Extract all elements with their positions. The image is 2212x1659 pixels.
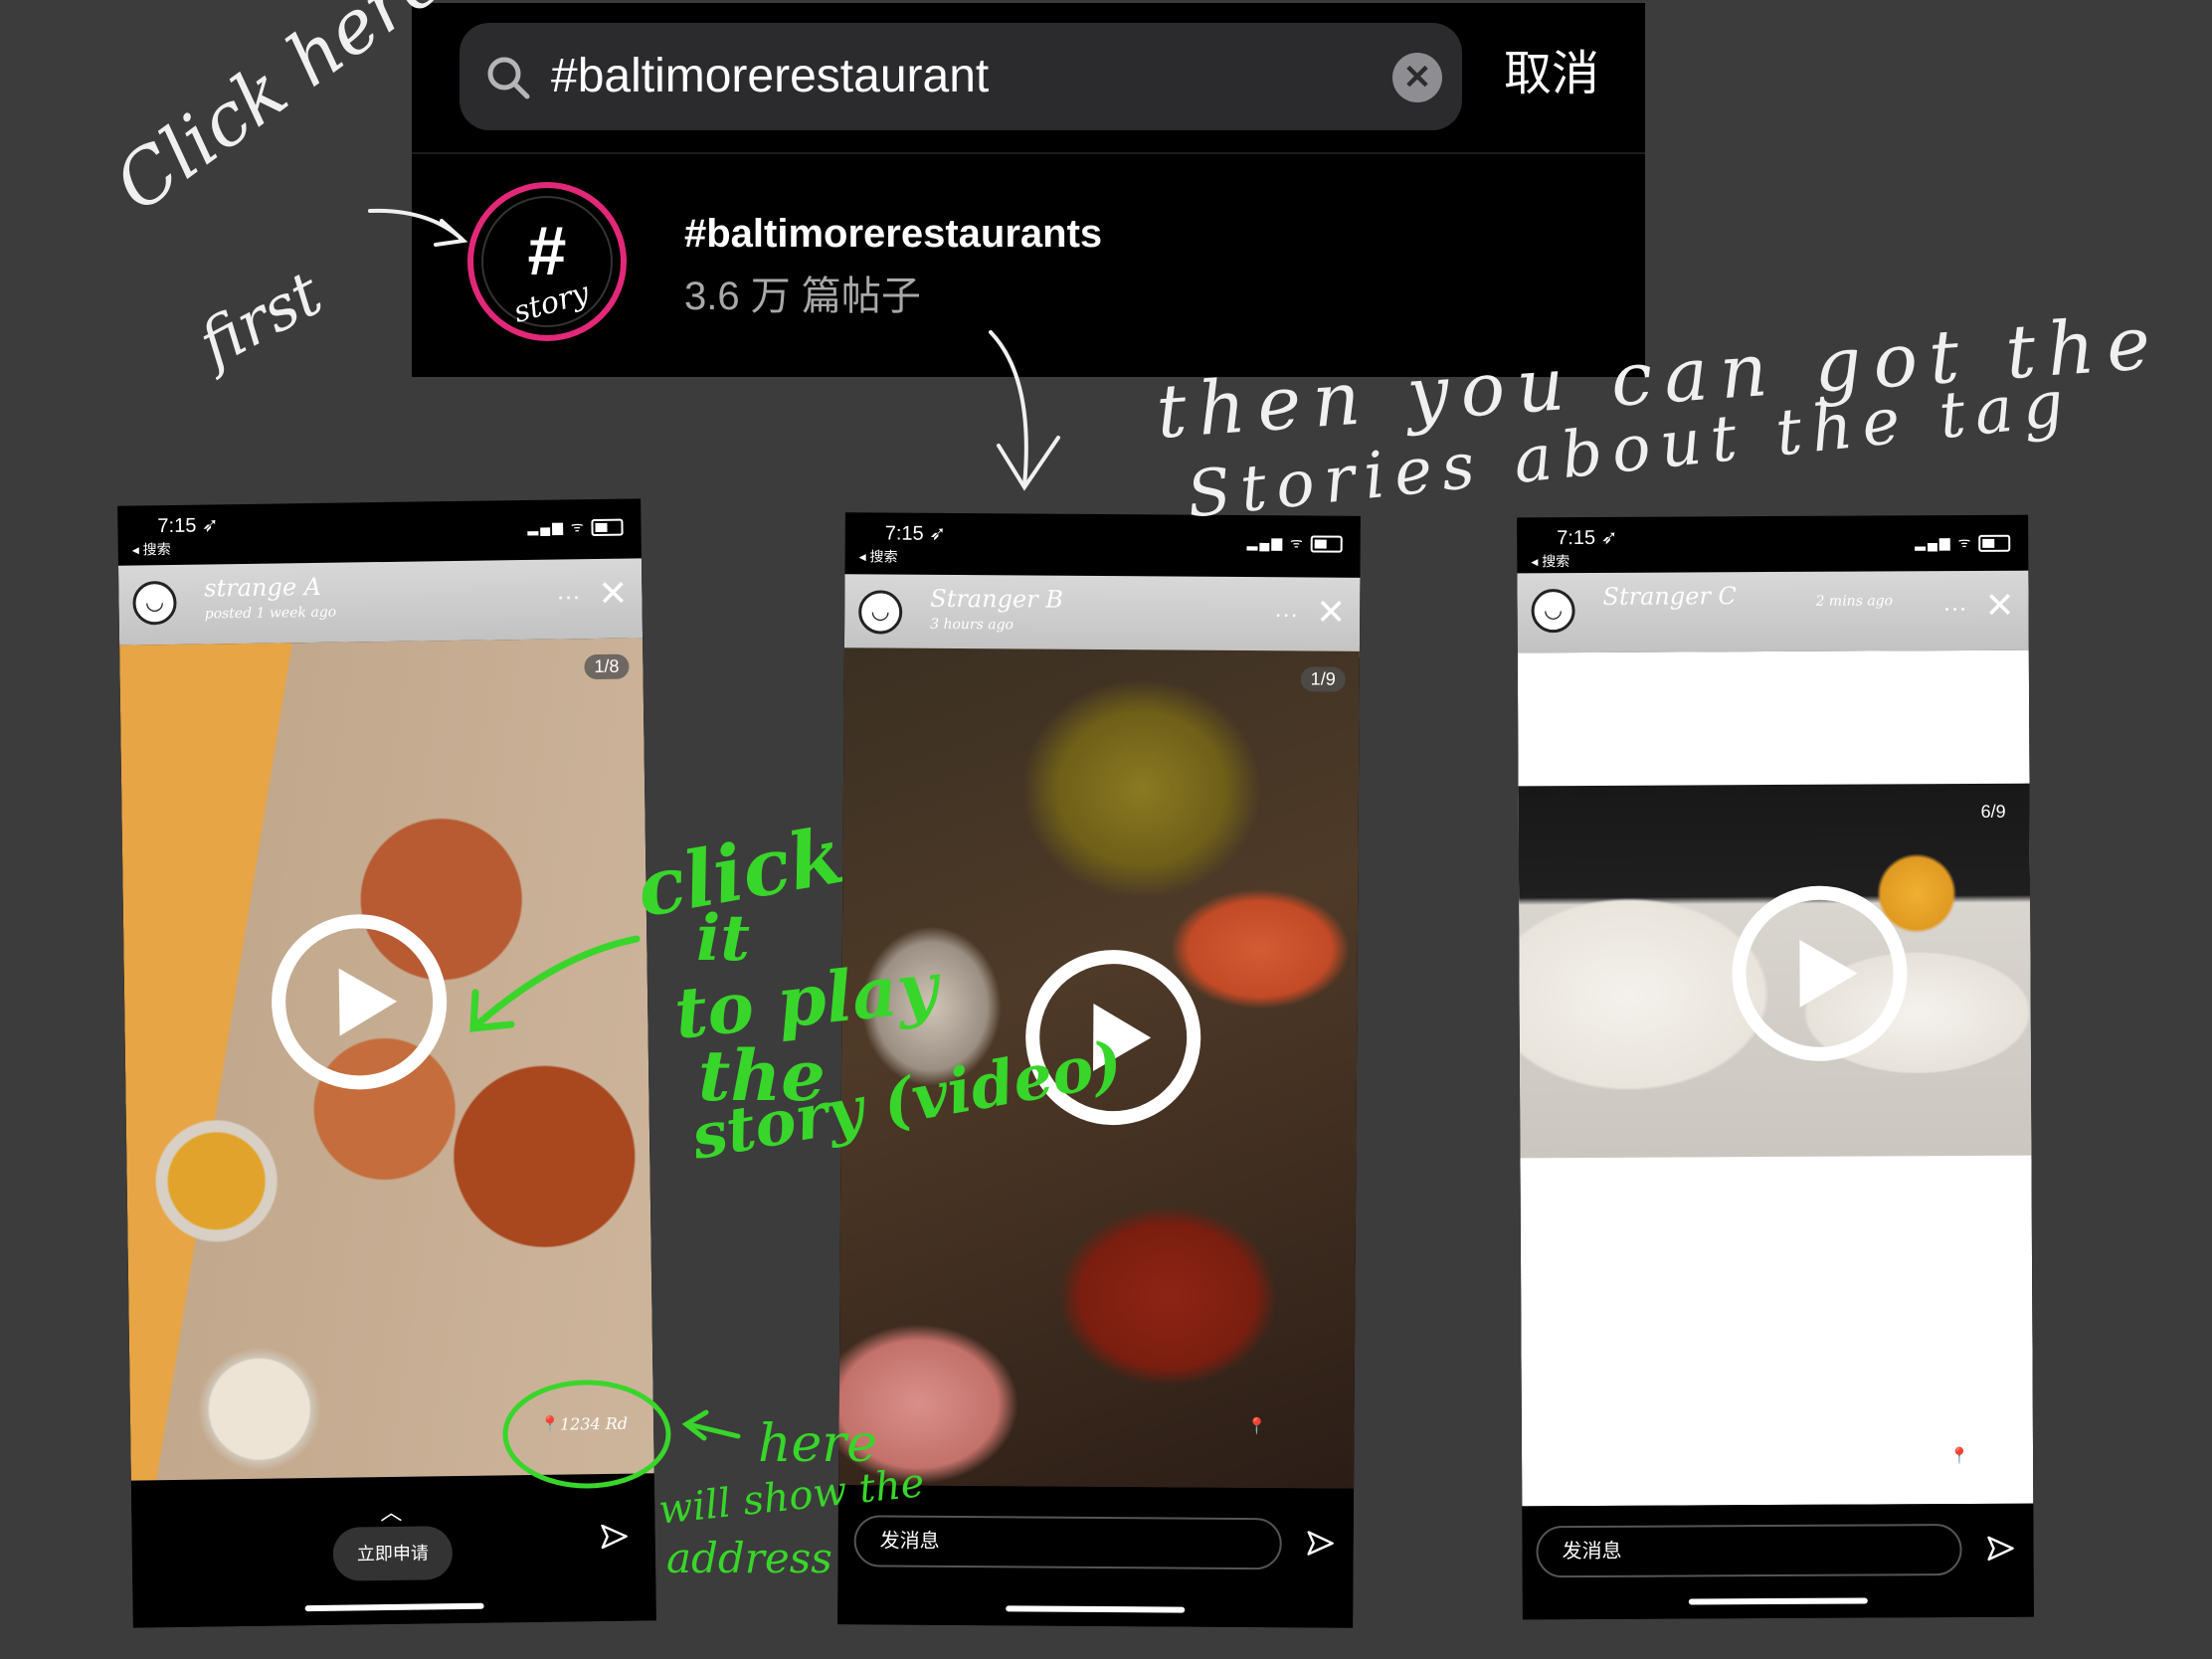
hashtag-post-count: 3.6 万 篇帖子: [684, 275, 921, 318]
arrow-down-head-icon: [997, 436, 1060, 491]
story-phone-c: 7:15 ➶ ◂ 搜索 ▂▄▆ ᯤ ◡ Stranger C 2 mins ag…: [1517, 514, 2034, 1620]
back-to-search-link[interactable]: ◂ 搜索: [132, 539, 171, 560]
story-background: 6/9 📍: [1517, 649, 2034, 1507]
status-icons: ▂▄▆ ᯤ: [1915, 533, 2011, 553]
send-message-input[interactable]: 发消息: [1536, 1524, 1962, 1578]
story-phone-a: 7:15 ➶ ◂ 搜索 ▂▄▆ ᯤ ◡ strange A posted 1 w…: [117, 498, 656, 1628]
more-options-icon[interactable]: ···: [1943, 595, 1967, 623]
location-text[interactable]: 1234 Rd: [560, 1414, 628, 1434]
story-page-indicator: 1/8: [584, 653, 630, 680]
clear-search-icon[interactable]: ✕: [1392, 53, 1442, 102]
location-pin-icon[interactable]: 📍1234 Rd: [540, 1414, 628, 1435]
status-time: 7:15 ➶: [884, 522, 947, 545]
home-indicator: [304, 1602, 484, 1612]
status-bar: 7:15 ➶ ◂ 搜索 ▂▄▆ ᯤ: [1517, 515, 2028, 578]
search-bar[interactable]: #baltimorerestaurant ✕: [460, 23, 1462, 130]
home-indicator: [1688, 1597, 1868, 1605]
send-icon[interactable]: [599, 1522, 629, 1552]
status-icons: ▂▄▆ ᯤ: [1247, 533, 1343, 553]
back-to-search-link[interactable]: ◂ 搜索: [1531, 551, 1569, 571]
avatar[interactable]: ◡: [132, 580, 177, 626]
story-username[interactable]: strange A: [204, 573, 321, 603]
story-username[interactable]: Stranger B: [930, 585, 1063, 614]
status-icons: ▂▄▆ ᯤ: [527, 517, 624, 537]
send-message-input[interactable]: 发消息: [853, 1515, 1282, 1570]
hashtag-result-row[interactable]: # story #baltimorerestaurants 3.6 万 篇帖子: [412, 162, 1645, 371]
battery-icon: [1310, 535, 1343, 553]
send-icon[interactable]: [1306, 1528, 1336, 1558]
status-time: 7:15 ➶: [1557, 526, 1618, 550]
more-options-icon[interactable]: ···: [1274, 601, 1298, 629]
story-timestamp: 3 hours ago: [930, 616, 1014, 634]
send-icon[interactable]: [1985, 1534, 2015, 1564]
close-icon[interactable]: ✕: [1316, 592, 1346, 634]
hashtag-name[interactable]: #baltimorerestaurants: [684, 212, 1102, 257]
back-to-search-link[interactable]: ◂ 搜索: [859, 546, 898, 566]
search-icon: [487, 57, 530, 99]
home-indicator: [1006, 1605, 1186, 1613]
story-timestamp: posted 1 week ago: [204, 604, 337, 623]
battery-icon: [591, 518, 624, 536]
apply-now-button[interactable]: 立即申请: [332, 1526, 454, 1581]
story-bottom-bar: 发消息: [1522, 1503, 2034, 1620]
status-bar: 7:15 ➶ ◂ 搜索 ▂▄▆ ᯤ: [117, 498, 642, 565]
story-page-indicator: 6/9: [1980, 801, 2006, 822]
story-page-indicator: 1/9: [1300, 666, 1346, 692]
arrow-to-location-icon: [685, 1421, 741, 1439]
hashtag-search-panel: #baltimorerestaurant ✕ 取消 # story #balti…: [412, 3, 1645, 377]
story-header: ◡ Stranger C 2 mins ago ··· ✕: [1517, 570, 2029, 653]
battery-icon: [1978, 534, 2011, 552]
hashtag-avatar: # story: [481, 196, 613, 330]
hashtag-icon: #: [527, 212, 567, 289]
story-timestamp: 2 mins ago: [1815, 593, 1894, 610]
hashtag-story-ring[interactable]: # story: [467, 182, 627, 341]
close-icon[interactable]: ✕: [598, 573, 629, 615]
avatar[interactable]: ◡: [858, 590, 903, 635]
annotation-first: first: [187, 257, 334, 381]
location-pin-icon[interactable]: 📍: [1949, 1446, 1969, 1466]
play-icon[interactable]: [270, 913, 449, 1091]
avatar[interactable]: ◡: [1531, 589, 1575, 634]
story-bottom-bar: ︿ 立即申请: [130, 1481, 656, 1628]
story-header: ◡ strange A posted 1 week ago ··· ✕: [117, 558, 644, 645]
story-photo[interactable]: 1/8 📍1234 Rd: [119, 638, 654, 1481]
story-photo[interactable]: 6/9: [1518, 783, 2032, 1159]
divider: [412, 152, 1645, 154]
arrow-to-location-head-icon: [681, 1409, 709, 1441]
more-options-icon[interactable]: ···: [556, 583, 580, 611]
story-header: ◡ Stranger B 3 hours ago ··· ✕: [843, 574, 1361, 657]
location-pin-icon[interactable]: 📍: [1246, 1416, 1266, 1436]
chevron-up-icon[interactable]: ︿: [380, 1495, 402, 1527]
play-icon[interactable]: [1732, 885, 1908, 1062]
status-time: 7:15 ➶: [157, 514, 219, 538]
cancel-button[interactable]: 取消: [1504, 43, 1599, 106]
annotation-here: here: [758, 1414, 877, 1474]
annotation-click-here: Click here: [99, 0, 460, 229]
close-icon[interactable]: ✕: [1984, 585, 2014, 627]
story-username[interactable]: Stranger C: [1602, 582, 1737, 611]
search-input[interactable]: #baltimorerestaurant: [551, 45, 989, 108]
annotation-address: address: [666, 1534, 832, 1582]
